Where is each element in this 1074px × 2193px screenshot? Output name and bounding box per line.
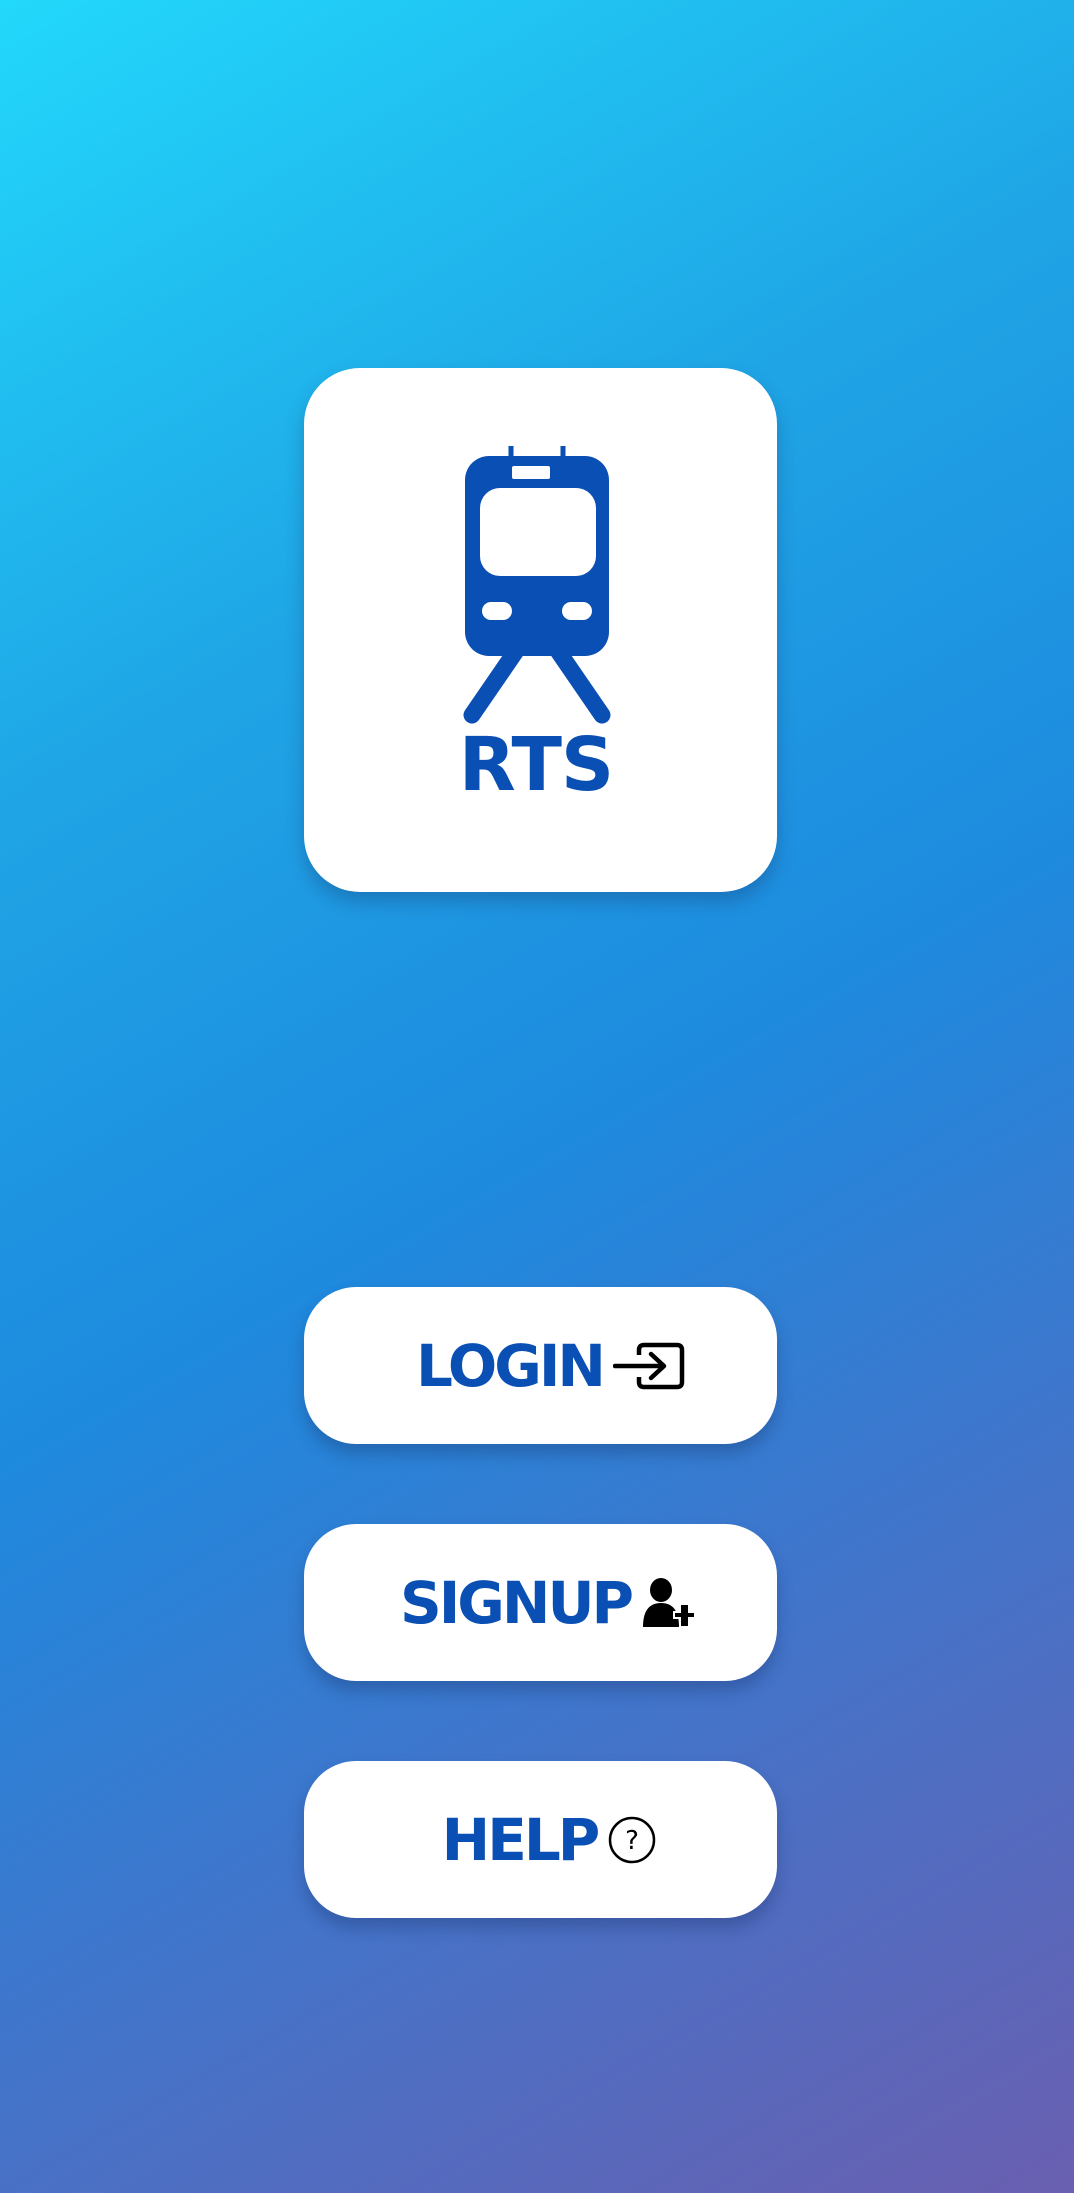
help-icon: ? xyxy=(607,1815,657,1865)
app-logo: RTS xyxy=(304,368,777,892)
login-button-label: LOGIN xyxy=(416,1331,606,1400)
svg-text:?: ? xyxy=(625,1826,639,1856)
train-icon: RTS xyxy=(459,446,614,796)
app-name: RTS xyxy=(459,722,613,796)
signup-button[interactable]: SIGNUP xyxy=(304,1524,777,1681)
help-button[interactable]: HELP ? xyxy=(304,1761,777,1918)
login-button[interactable]: LOGIN xyxy=(304,1287,777,1444)
signup-button-label: SIGNUP xyxy=(399,1568,634,1637)
add-user-icon xyxy=(641,1577,697,1629)
login-icon xyxy=(612,1341,685,1391)
help-button-label: HELP xyxy=(441,1805,601,1874)
